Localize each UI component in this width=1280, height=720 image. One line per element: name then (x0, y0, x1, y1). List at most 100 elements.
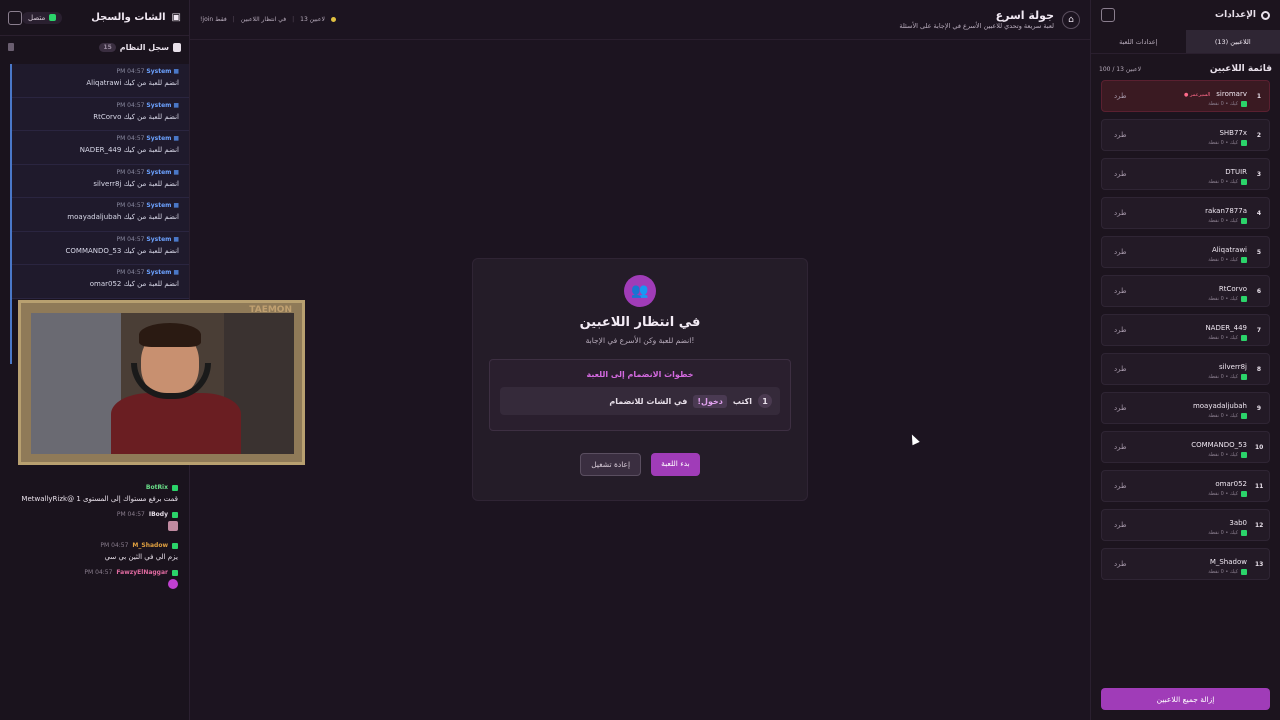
chat-panel-title: الشات والسجل ▣ (91, 12, 181, 23)
collapse-settings-icon[interactable] (1101, 8, 1115, 22)
settings-panel: الإعدادات إعدادات اللعبة اللاعبين (13) 1… (1090, 0, 1280, 720)
player-rank: 11 (1255, 482, 1264, 490)
player-stats: كيك • 0 نقطة (1208, 568, 1238, 575)
log-text: omar052 انضم للعبة من كيك (89, 280, 179, 288)
player-name: rakan7877a (1205, 206, 1247, 215)
kick-button[interactable]: طرد (1114, 404, 1127, 412)
chat-message: BotRix MetwallyRizk@ قمت برفع مستواك إلى … (0, 480, 190, 507)
kick-badge-icon (1241, 217, 1247, 224)
chat-username[interactable]: FawzyElNaggar (116, 569, 168, 576)
tab-players[interactable]: اللاعبين (13) (1185, 30, 1280, 53)
users-icon: 👥 (624, 275, 656, 307)
chat-text: يزم الي في الثين بي سي (104, 553, 178, 561)
player-row: طرد COMMANDO_53 كيك • 0 نقطة 10 (1101, 431, 1270, 463)
player-rank: 2 (1256, 131, 1262, 139)
kick-button[interactable]: طرد (1114, 560, 1127, 568)
log-count-badge: 15 (99, 42, 116, 52)
game-title: جولة اسرع (995, 9, 1054, 22)
modal-title: في انتظار اللاعبين (579, 315, 701, 330)
chat-icon: ▣ (171, 12, 181, 23)
player-name: omar052 (1215, 479, 1247, 488)
player-count-status: 13 لاعبين (300, 16, 325, 23)
chat-username[interactable]: IBody (149, 511, 168, 518)
player-stats: كيك • 0 نقطة (1208, 412, 1238, 419)
player-row: طرد 3ab0 كيك • 0 نقطة 12 (1101, 509, 1270, 541)
log-meta: PM 04:57 System ■ (116, 101, 179, 109)
kick-button[interactable]: طرد (1114, 521, 1127, 529)
kick-badge-icon (1241, 568, 1247, 575)
kick-badge-icon (1241, 334, 1247, 341)
home-icon[interactable]: ⌂ (1062, 10, 1080, 29)
restart-button[interactable]: إعادة تشغيل (580, 453, 642, 476)
log-meta: PM 04:57 System ■ (116, 202, 179, 209)
gear-icon (1261, 10, 1270, 20)
player-list-title: قائمة اللاعبين (1209, 64, 1272, 74)
kick-button[interactable]: طرد (1114, 287, 1127, 295)
player-row: طرد SHB77x كيك • 0 نقطة 2 (1101, 119, 1270, 151)
kick-badge-icon (172, 484, 178, 491)
player-row: طرد rakan7877a كيك • 0 نقطة 4 (1101, 197, 1270, 229)
kick-button[interactable]: طرد (1114, 326, 1127, 334)
kick-button[interactable]: طرد (1114, 209, 1127, 217)
player-stats: كيك • 0 نقطة (1208, 100, 1238, 107)
kick-button[interactable]: طرد (1114, 443, 1127, 451)
game-title-block: جولة اسرع لعبة سريعة وتحدي للاعبين الأسر… (899, 9, 1080, 30)
player-name: M_Shadow (1209, 557, 1247, 566)
player-name: Aliqatrawi (1212, 245, 1247, 254)
player-name: COMMANDO_53 (1191, 440, 1247, 449)
chat-message: PM 04:57 M_Shadow يزم الي في الثين بي سي (0, 538, 190, 565)
player-rank: 5 (1256, 248, 1262, 256)
log-item: PM 04:57 System ■ RtCorvo انضم للعبة من … (12, 97, 189, 131)
player-rank: 8 (1256, 365, 1262, 373)
join-steps-box: خطوات الانضمام إلى اللعبة في الشات للانض… (489, 359, 791, 431)
player-rank: 12 (1255, 521, 1264, 529)
connection-status-badge: متصل (22, 11, 63, 24)
player-row: طرد M_Shadow كيك • 0 نقطة 13 (1101, 548, 1270, 580)
log-item: PM 04:57 System ■ NADER_449 انضم للعبة م… (12, 131, 189, 165)
player-rank: 9 (1256, 404, 1262, 412)
kick-button[interactable]: طرد (1114, 170, 1127, 178)
player-rank: 6 (1256, 287, 1262, 295)
chat-panel-header: متصل الشات والسجل ▣ (0, 0, 189, 36)
kick-button[interactable]: طرد (1114, 482, 1127, 490)
chat-username[interactable]: BotRix (146, 484, 168, 491)
kick-badge-icon (172, 542, 178, 549)
kick-button[interactable]: طرد (1114, 248, 1127, 256)
game-subtitle: لعبة سريعة وتحدي للاعبين الأسرع في الإجا… (899, 22, 1054, 30)
player-name: silverr8j (1218, 362, 1247, 371)
join-step: في الشات للانضمام !دخول اكتب 1 (500, 387, 780, 415)
emote-icon (168, 521, 178, 531)
player-stats: كيك • 0 نقطة (1208, 529, 1238, 536)
log-item: PM 04:57 System ■ omar052 انضم للعبة من … (12, 265, 189, 299)
player-row: طرد Aliqatrawi كيك • 0 نقطة 5 (1101, 236, 1270, 268)
start-game-button[interactable]: بدء اللعبة (651, 453, 700, 476)
step-number: 1 (758, 394, 772, 408)
log-text: COMMANDO_53 انضم للعبة من كيك (65, 246, 179, 255)
kick-badge-icon (1241, 490, 1247, 497)
player-stats: كيك • 0 نقطة (1208, 217, 1238, 224)
log-title-text: سجل النظام (119, 42, 169, 52)
settings-tabs: إعدادات اللعبة اللاعبين (13) (1091, 30, 1280, 54)
kick-button[interactable]: طرد (1114, 365, 1127, 373)
kick-button[interactable]: طرد (1114, 92, 1127, 100)
tab-game-settings[interactable]: إعدادات اللعبة (1091, 30, 1186, 53)
player-name: DTUIR (1225, 167, 1247, 176)
log-text: Aliqatrawi انضم للعبة من كيك (86, 79, 179, 87)
system-log-header[interactable]: 15 سجل النظام (0, 36, 189, 58)
kick-badge-icon (1241, 529, 1247, 536)
remove-all-players-button[interactable]: إزالة جميع اللاعبين (1101, 688, 1270, 710)
kick-badge-icon (1241, 412, 1247, 419)
status-dot-icon (330, 17, 336, 22)
log-item: PM 04:57 System ■ moayadaljubah انضم للع… (12, 198, 189, 232)
player-stats: كيك • 0 نقطة (1208, 373, 1238, 380)
trash-icon[interactable] (8, 43, 14, 51)
chat-username[interactable]: M_Shadow (132, 542, 168, 549)
chat-title-text: الشات والسجل (91, 12, 166, 23)
player-rank: 13 (1255, 560, 1264, 568)
player-name: NADER_449 (1205, 323, 1247, 332)
kick-button[interactable]: طرد (1114, 131, 1127, 139)
collapse-panel-icon[interactable] (8, 10, 22, 25)
log-text: NADER_449 انضم للعبة من كيك (79, 146, 179, 154)
kick-status-icon (49, 14, 57, 21)
kick-badge-icon (1241, 139, 1247, 146)
